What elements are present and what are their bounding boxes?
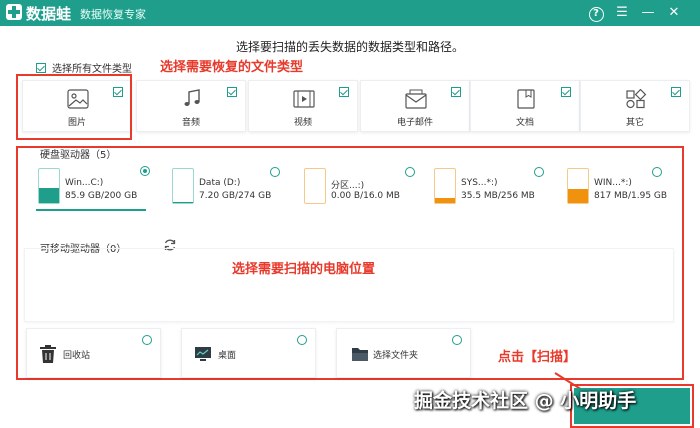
drive-icon	[567, 168, 589, 204]
drive-size: 35.5 MB/256 MB	[461, 191, 535, 201]
drive-size: 0.00 B/16.0 MB	[331, 191, 400, 201]
help-button[interactable]: ?	[585, 2, 607, 24]
file-type-label: 电子邮件	[396, 118, 433, 128]
drive-name: SYS...*:)	[461, 178, 498, 188]
drive-icon	[172, 168, 194, 204]
location-recycle-bin[interactable]: 回收站	[26, 328, 161, 378]
annotation-location: 选择需要扫描的电脑位置	[232, 262, 376, 277]
drive-radio[interactable]	[534, 167, 544, 177]
location-label: 回收站	[63, 351, 91, 361]
checkbox-icon[interactable]	[451, 87, 461, 97]
drive-icon	[434, 168, 456, 204]
drive-radio-selected[interactable]	[140, 166, 150, 176]
checkbox-icon[interactable]	[339, 87, 349, 97]
menu-icon: ☰	[616, 5, 628, 20]
location-label: 桌面	[218, 351, 237, 361]
file-type-document[interactable]: 文档	[470, 80, 580, 132]
recycle-bin-icon	[40, 345, 56, 363]
location-radio[interactable]	[297, 335, 307, 345]
help-icon: ?	[588, 7, 604, 22]
checkbox-icon	[36, 63, 46, 73]
drive-size: 817 MB/1.95 GB	[594, 191, 668, 201]
location-radio[interactable]	[452, 335, 462, 345]
drive-size: 7.20 GB/274 GB	[199, 191, 272, 201]
annotation-file-type: 选择需要恢复的文件类型	[160, 60, 304, 75]
drive-name: 分区...:)	[331, 181, 365, 191]
minimize-button[interactable]: —	[637, 2, 659, 24]
email-icon	[405, 89, 427, 109]
checkbox-icon[interactable]	[561, 87, 571, 97]
file-type-other[interactable]: 其它	[580, 80, 690, 132]
menu-button[interactable]: ☰	[611, 2, 633, 24]
desktop-icon	[195, 347, 211, 361]
title-bar: 数据蛙 数据恢复专家 ? ☰ — ✕	[0, 0, 700, 26]
location-label: 选择文件夹	[373, 351, 419, 361]
checkbox-icon[interactable]	[227, 87, 237, 97]
app-name: 数据蛙	[26, 5, 72, 23]
file-type-email[interactable]: 电子邮件	[360, 80, 470, 132]
file-type-label: 其它	[625, 118, 644, 128]
drive-name: Data (D:)	[199, 178, 241, 188]
file-type-label: 视频	[293, 118, 312, 128]
drive-name: WIN...*:)	[594, 178, 632, 188]
file-type-video[interactable]: 视频	[248, 80, 358, 132]
drive-item[interactable]: WIN...*:) 817 MB/1.95 GB	[567, 166, 692, 210]
other-icon	[626, 89, 647, 109]
location-radio[interactable]	[142, 335, 152, 345]
drive-name: Win...C:)	[65, 178, 104, 188]
close-icon: ✕	[668, 5, 680, 20]
watermark: 掘金技术社区 @ 小明助手	[414, 390, 637, 412]
page-prompt: 选择要扫描的丢失数据的数据类型和路径。	[235, 40, 464, 54]
minimize-icon: —	[641, 5, 655, 20]
hard-drives-title: 硬盘驱动器（5）	[40, 150, 117, 161]
annotation-scan: 点击【扫描】	[498, 350, 577, 365]
drive-icon	[38, 168, 60, 204]
video-icon	[293, 90, 315, 108]
folder-icon	[352, 348, 368, 361]
app-logo-icon	[6, 4, 22, 20]
document-icon	[517, 89, 535, 109]
drive-radio[interactable]	[652, 167, 662, 177]
highlight-box-file-type	[16, 74, 132, 140]
drive-radio[interactable]	[405, 167, 415, 177]
file-type-label: 文档	[515, 118, 534, 128]
app-subtitle: 数据恢复专家	[80, 8, 146, 21]
drive-radio[interactable]	[270, 167, 280, 177]
file-type-audio[interactable]: 音频	[136, 80, 246, 132]
checkbox-icon[interactable]	[671, 87, 681, 97]
location-select-folder[interactable]: 选择文件夹	[336, 328, 471, 378]
file-type-label: 音频	[181, 118, 200, 128]
location-desktop[interactable]: 桌面	[181, 328, 316, 378]
select-all-checkbox[interactable]: 选择所有文件类型	[36, 60, 132, 75]
drive-icon	[304, 168, 326, 204]
drive-size: 85.9 GB/200 GB	[65, 191, 138, 201]
music-icon	[184, 89, 200, 106]
drive-selected-underline	[36, 209, 146, 211]
close-button[interactable]: ✕	[663, 2, 685, 24]
